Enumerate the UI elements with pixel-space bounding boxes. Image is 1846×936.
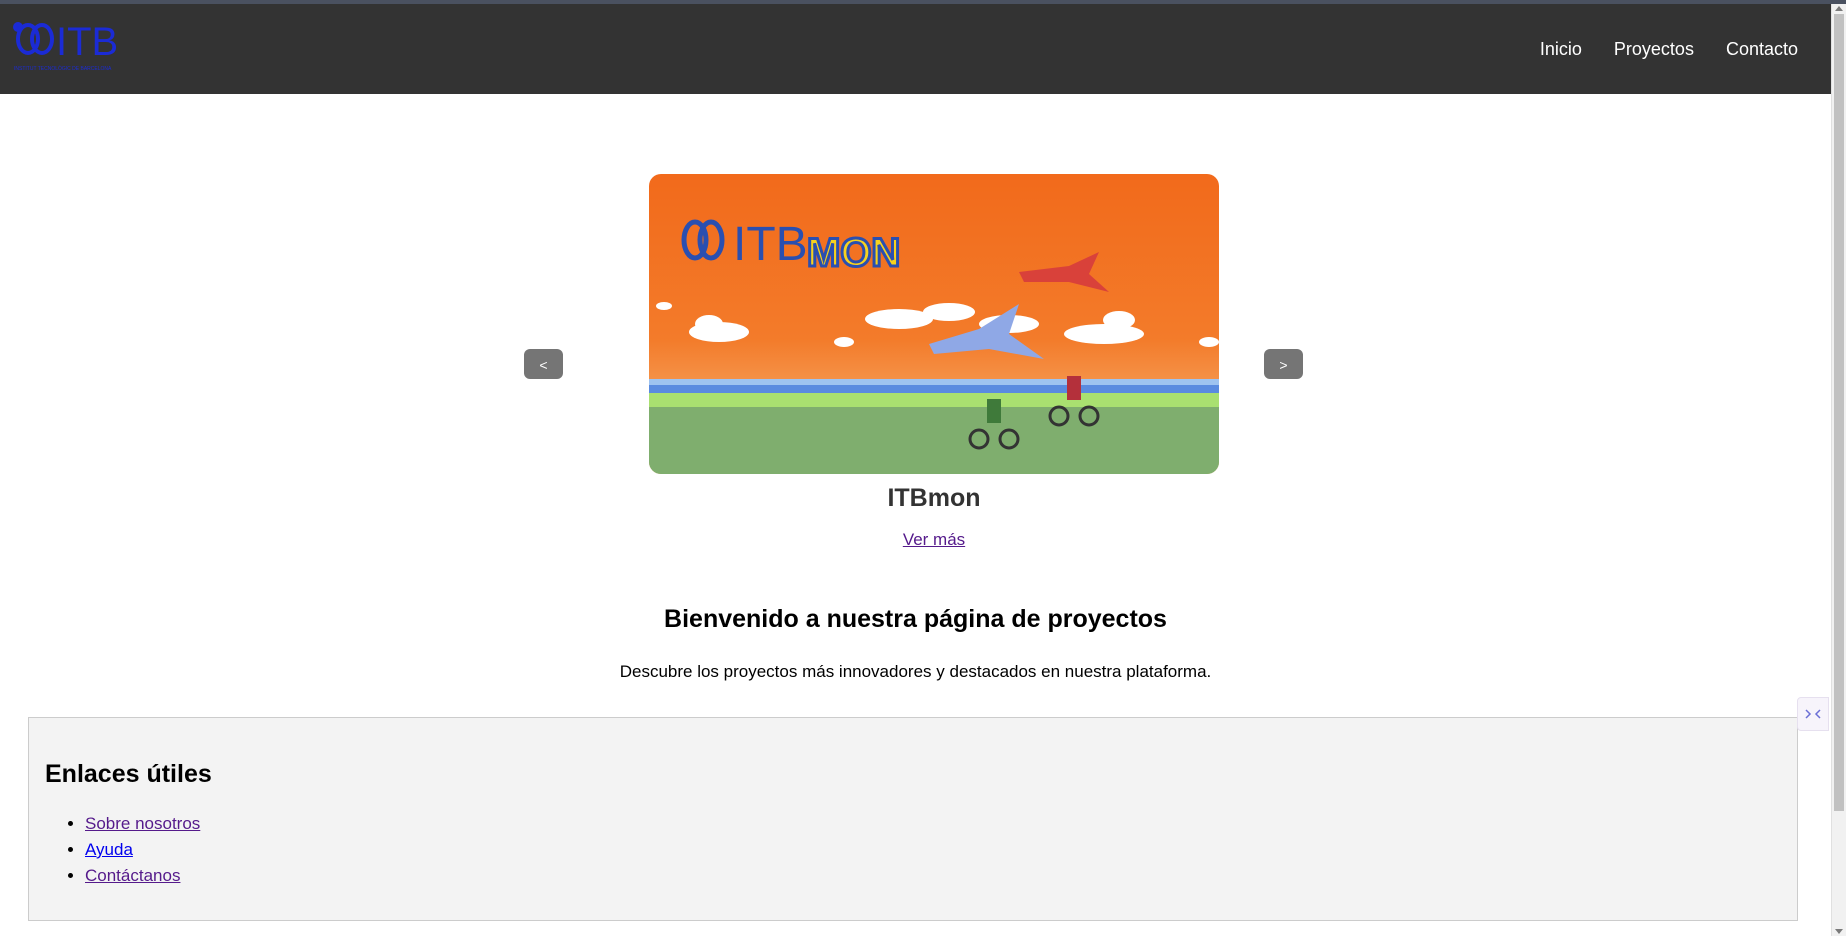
scroll-up-arrow-icon[interactable] bbox=[1835, 6, 1843, 11]
list-item: Contáctanos bbox=[85, 865, 200, 891]
link-sobre-nosotros[interactable]: Sobre nosotros bbox=[85, 814, 200, 833]
svg-text:MON: MON bbox=[807, 231, 900, 275]
nav-inicio[interactable]: Inicio bbox=[1540, 39, 1582, 60]
carousel-next-button[interactable]: > bbox=[1264, 349, 1303, 379]
useful-links-heading: Enlaces útiles bbox=[45, 760, 212, 788]
site-header: ITB INSTITUT TECNOLÒGIC DE BARCELONA Ini… bbox=[0, 4, 1831, 94]
svg-text:INSTITUT TECNOLÒGIC DE BARCELO: INSTITUT TECNOLÒGIC DE BARCELONA bbox=[14, 65, 112, 72]
main-nav: Inicio Proyectos Contacto bbox=[1540, 4, 1798, 94]
svg-text:ITB: ITB bbox=[56, 20, 118, 64]
see-more-link[interactable]: Ver más bbox=[649, 530, 1219, 550]
slide-banner-image: ITB MON bbox=[649, 174, 1219, 474]
scroll-down-arrow-icon[interactable] bbox=[1835, 929, 1843, 934]
list-item: Sobre nosotros bbox=[85, 813, 200, 839]
slide-title: ITBmon bbox=[887, 484, 981, 512]
itb-logo[interactable]: ITB INSTITUT TECNOLÒGIC DE BARCELONA bbox=[10, 17, 122, 73]
svg-text:ITB: ITB bbox=[733, 218, 808, 271]
welcome-heading: Bienvenido a nuestra página de proyectos bbox=[664, 605, 1167, 633]
useful-links-list: Sobre nosotros Ayuda Contáctanos bbox=[53, 813, 200, 891]
carousel-prev-button[interactable]: < bbox=[524, 349, 563, 379]
scrollbar-thumb[interactable] bbox=[1834, 14, 1844, 811]
side-widget-tab[interactable] bbox=[1797, 697, 1829, 731]
link-ayuda[interactable]: Ayuda bbox=[85, 840, 133, 859]
page-scrollbar[interactable] bbox=[1831, 4, 1846, 936]
welcome-description: Descubre los proyectos más innovadores y… bbox=[619, 662, 1212, 681]
nav-contacto[interactable]: Contacto bbox=[1726, 39, 1798, 60]
useful-links-section: Enlaces útiles Sobre nosotros Ayuda Cont… bbox=[28, 717, 1798, 921]
collapse-arrows-icon bbox=[1805, 709, 1821, 719]
link-contactanos[interactable]: Contáctanos bbox=[85, 866, 180, 885]
nav-proyectos[interactable]: Proyectos bbox=[1614, 39, 1694, 60]
list-item: Ayuda bbox=[85, 839, 200, 865]
